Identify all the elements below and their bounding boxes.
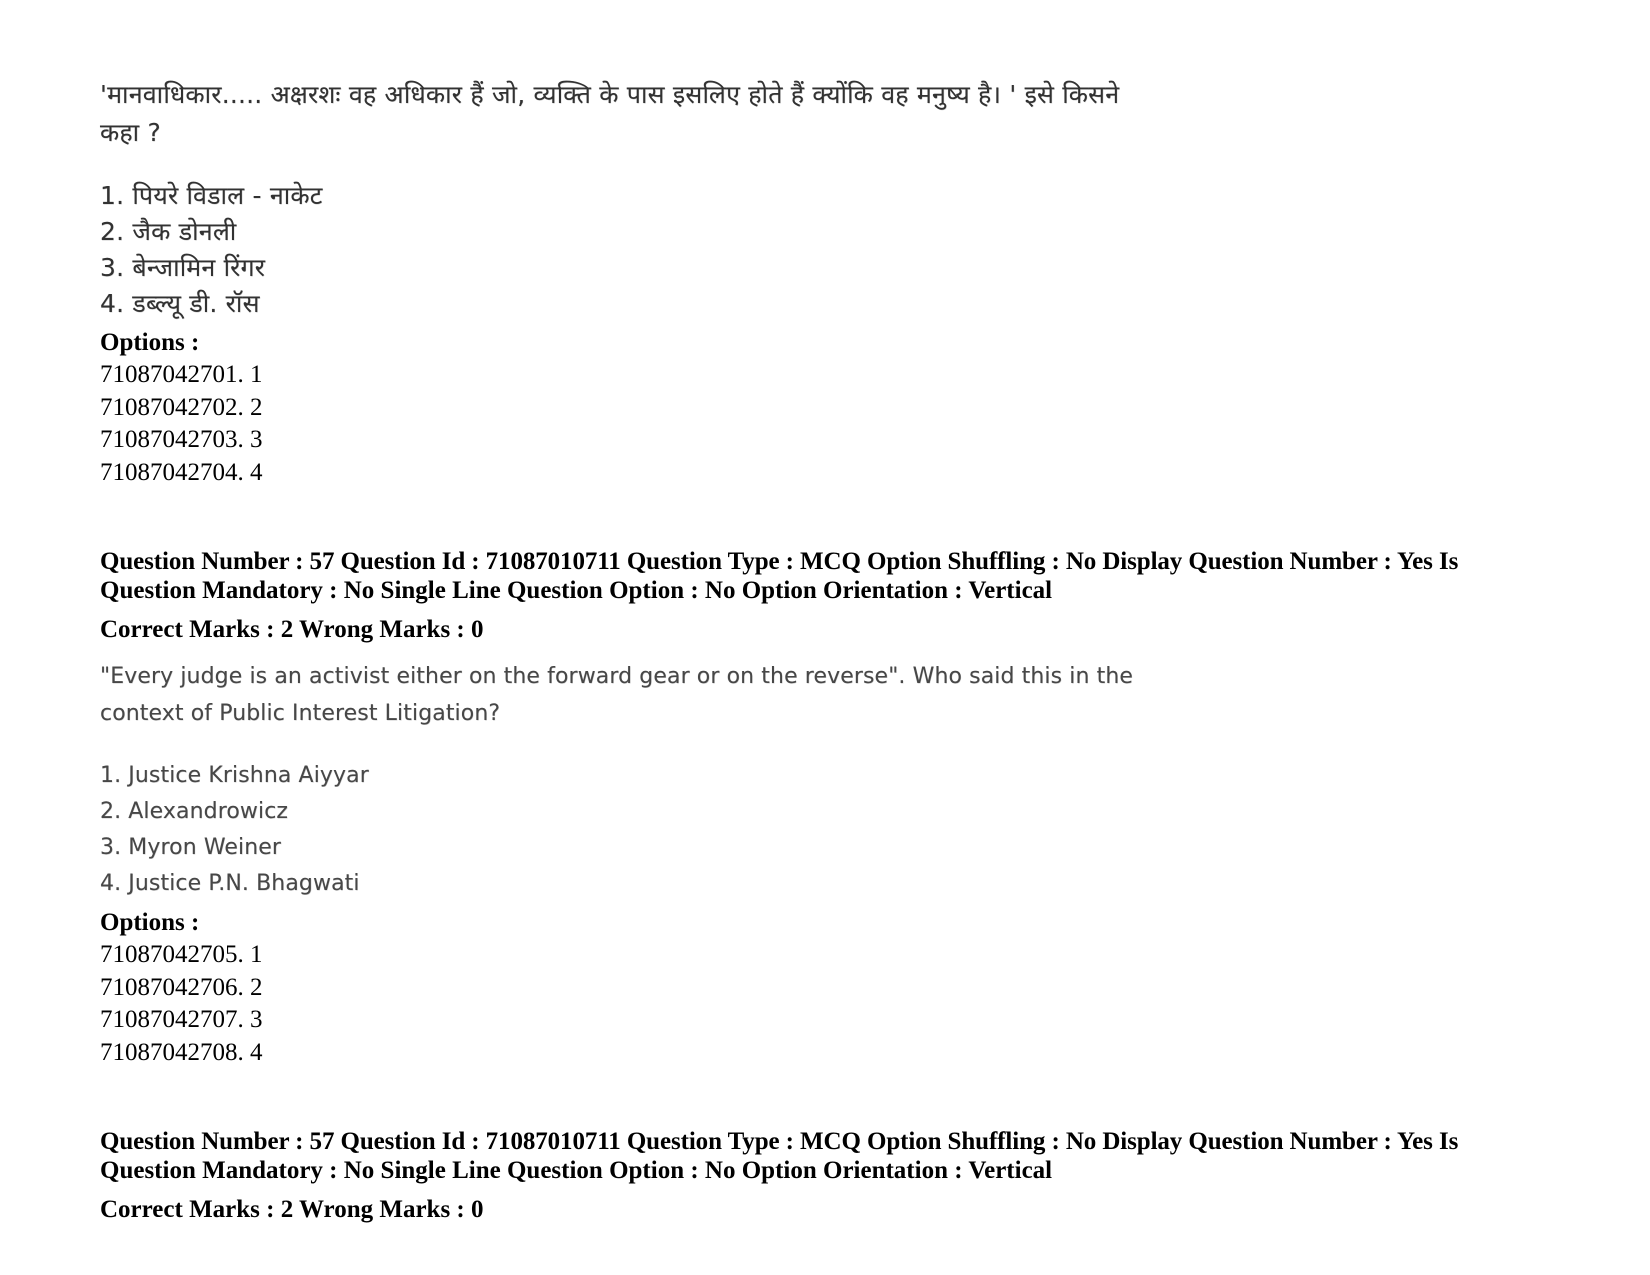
page-content: 'मानवाधिकार..... अक्षरशः वह अधिकार हैं ज…	[100, 0, 1530, 1224]
hindi-choice-4[interactable]: 4. डब्ल्यू डी. रॉस	[100, 286, 1530, 322]
hindi-option-id-2: 71087042702. 2	[100, 393, 263, 421]
hindi-option-id-4: 71087042704. 4	[100, 458, 263, 486]
english-option-id-4: 71087042708. 4	[100, 1038, 263, 1066]
english-choice-1[interactable]: 1. Justice Krishna Aiyyar	[100, 758, 1530, 794]
question-meta-2-line-2: Question Mandatory : No Single Line Ques…	[100, 1157, 1053, 1184]
question-meta-2-marks: Correct Marks : 2 Wrong Marks : 0	[100, 1196, 484, 1223]
english-question-stem-line-2: context of Public Interest Litigation?	[100, 701, 501, 726]
question-meta-block-1: Question Number : 57 Question Id : 71087…	[100, 547, 1520, 644]
english-options-label: Options :	[100, 909, 200, 936]
question-meta-1-line-1: Question Number : 57 Question Id : 71087…	[100, 548, 1459, 575]
hindi-choice-3[interactable]: 3. बेन्जामिन रिंगर	[100, 250, 1530, 286]
question-meta-2-line-1: Question Number : 57 Question Id : 71087…	[100, 1128, 1459, 1155]
english-choice-4[interactable]: 4. Justice P.N. Bhagwati	[100, 866, 1530, 902]
hindi-option-id-3: 71087042703. 3	[100, 426, 263, 453]
english-question-stem: "Every judge is an activist either on th…	[100, 658, 1160, 732]
hindi-options-label: Options :	[100, 329, 200, 356]
english-option-id-list: 71087042705. 1 71087042706. 2 7108704270…	[100, 939, 1530, 1069]
hindi-question-stem: 'मानवाधिकार..... अक्षरशः वह अधिकार हैं ज…	[100, 0, 1300, 152]
hindi-question-stem-line-1: 'मानवाधिकार..... अक्षरशः वह अधिकार हैं ज…	[100, 80, 1120, 109]
hindi-choice-list: 1. पियरे विडाल - नाकेट 2. जैक डोनली 3. ब…	[100, 178, 1530, 322]
question-meta-block-2: Question Number : 57 Question Id : 71087…	[100, 1127, 1520, 1224]
hindi-option-id-list: 71087042701. 1 71087042702. 2 7108704270…	[100, 359, 1530, 489]
hindi-question-stem-line-2: कहा ?	[100, 118, 161, 147]
english-option-id-2: 71087042706. 2	[100, 973, 263, 1001]
english-option-id-1: 71087042705. 1	[100, 941, 263, 968]
english-choice-3[interactable]: 3. Myron Weiner	[100, 830, 1530, 866]
hindi-choice-2[interactable]: 2. जैक डोनली	[100, 214, 1530, 250]
english-choice-2[interactable]: 2. Alexandrowicz	[100, 794, 1530, 830]
hindi-choice-1[interactable]: 1. पियरे विडाल - नाकेट	[100, 178, 1530, 214]
english-option-id-3: 71087042707. 3	[100, 1006, 263, 1033]
document-page: 'मानवाधिकार..... अक्षरशः वह अधिकार हैं ज…	[0, 0, 1650, 1275]
english-question-stem-line-1: "Every judge is an activist either on th…	[100, 664, 1134, 689]
hindi-option-id-1: 71087042701. 1	[100, 361, 263, 388]
english-choice-list: 1. Justice Krishna Aiyyar 2. Alexandrowi…	[100, 758, 1530, 902]
question-meta-1-line-2: Question Mandatory : No Single Line Ques…	[100, 577, 1053, 604]
question-meta-1-marks: Correct Marks : 2 Wrong Marks : 0	[100, 616, 484, 643]
